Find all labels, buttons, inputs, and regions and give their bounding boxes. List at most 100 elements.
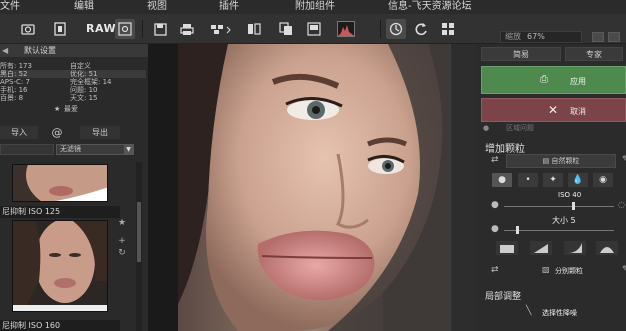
- email-button[interactable]: @: [46, 126, 68, 139]
- category-all[interactable]: 所有: 173: [0, 62, 32, 70]
- histogram-icon[interactable]: [336, 19, 356, 39]
- grain-curve-peak[interactable]: [564, 241, 586, 255]
- menu-plugins[interactable]: 插件: [219, 0, 239, 14]
- category-row[interactable]: 所有: 173 自定义: [0, 62, 146, 70]
- iso-label: ISO 40: [558, 191, 582, 199]
- scrollbar-thumb[interactable]: [137, 202, 141, 262]
- category-fullframe[interactable]: 完全框架: 14: [70, 78, 112, 86]
- selective-paint-label[interactable]: 选择性降噪: [542, 308, 577, 318]
- category-optimize[interactable]: 优化: 51: [70, 70, 98, 78]
- iso-slider-handle[interactable]: [572, 202, 575, 210]
- presets-scrollbar[interactable]: [136, 162, 142, 331]
- menu-file[interactable]: 文件: [0, 0, 20, 14]
- grain-section-title[interactable]: 增加颗粒: [485, 140, 525, 155]
- settings-icon[interactable]: [115, 19, 135, 39]
- before-after-icon[interactable]: [386, 19, 406, 39]
- category-row[interactable]: 黑白: 52 优化: 51: [0, 70, 146, 78]
- chevron-down-icon: ▼: [124, 145, 133, 154]
- category-bw[interactable]: 黑白: 52: [0, 70, 28, 78]
- print-icon[interactable]: [177, 19, 197, 39]
- presets-header-title: 默认设置: [24, 46, 56, 55]
- selective-brush-icon[interactable]: ╲: [526, 306, 531, 316]
- iso-marker-icon: ●: [491, 200, 499, 210]
- window-button-minimize[interactable]: [592, 32, 604, 42]
- grain-curve-ramp[interactable]: [530, 241, 552, 255]
- favorite-row[interactable]: ★ 最爱: [0, 105, 146, 113]
- shape-star-icon[interactable]: ✦: [543, 173, 563, 187]
- grid-icon[interactable]: [438, 19, 458, 39]
- shape-ring-icon[interactable]: ◉: [593, 173, 613, 187]
- cancel-button[interactable]: ✕ 取消: [481, 98, 626, 122]
- cancel-label: 取消: [570, 107, 586, 116]
- menu-info[interactable]: 信息-飞天资源论坛: [388, 0, 472, 14]
- star-icon: ★: [54, 105, 61, 113]
- menu-addons[interactable]: 附加组件: [295, 0, 335, 14]
- shape-circle-small-icon[interactable]: •: [518, 173, 538, 187]
- category-apsc[interactable]: APS-C: 7: [0, 78, 30, 86]
- grain-curve-flat[interactable]: [496, 241, 518, 255]
- category-custom[interactable]: 自定义: [70, 62, 91, 70]
- category-row[interactable]: 百景: 8 天文: 15: [0, 94, 146, 102]
- local-adjust-title[interactable]: 局部调整: [485, 289, 521, 302]
- brush-icon[interactable]: ✎: [622, 265, 626, 275]
- export-button[interactable]: 导出: [80, 126, 120, 139]
- iso-slider-track[interactable]: [504, 206, 614, 207]
- shape-circle-icon[interactable]: ●: [492, 173, 512, 187]
- save-icon[interactable]: [150, 19, 170, 39]
- filter-dropdown[interactable]: 无滤镜 ▼: [56, 144, 134, 155]
- grain-curve-hill[interactable]: [596, 241, 618, 255]
- partial-section-label: 区域问题: [506, 124, 534, 132]
- grain-type-dropdown[interactable]: ▤ 自然颗粒: [506, 154, 616, 168]
- adjustments-panel: 简易 专家 ⎙ 应用 ✕ 取消 ● 区域问题 增加颗粒 ⇄ ▤ 自然颗粒 ✎ ●…: [476, 44, 626, 331]
- category-row[interactable]: 手机: 16 问题: 10: [0, 86, 146, 94]
- size-label: 大小 5: [552, 216, 576, 225]
- layout-icon[interactable]: [304, 19, 324, 39]
- copy-icon[interactable]: [276, 19, 296, 39]
- shape-drop-icon[interactable]: 💧: [568, 173, 588, 187]
- category-scenery[interactable]: 百景: 8: [0, 94, 23, 102]
- size-slider-handle[interactable]: [516, 226, 519, 234]
- close-icon: ✕: [548, 103, 559, 117]
- brush-icon[interactable]: ✎: [622, 155, 626, 165]
- search-field[interactable]: [0, 144, 54, 155]
- import-button[interactable]: 导入: [0, 126, 38, 139]
- window-button-close[interactable]: [608, 32, 620, 42]
- apply-icon: ⎙: [540, 74, 548, 85]
- zoom-value: 67: [527, 32, 538, 41]
- category-phone[interactable]: 手机: 16: [0, 86, 28, 94]
- apply-button[interactable]: ⎙ 应用: [481, 66, 626, 94]
- favorite-label: 最爱: [64, 105, 78, 113]
- toolbar-separator: [142, 20, 143, 38]
- raw-button[interactable]: RAW: [86, 22, 116, 35]
- collapse-arrow-icon[interactable]: ◀: [2, 44, 8, 57]
- size-slider-track[interactable]: [504, 230, 614, 231]
- star-icon[interactable]: ★: [114, 218, 130, 228]
- filter-value: 无滤镜: [60, 145, 81, 153]
- refresh-icon[interactable]: ↻: [114, 248, 130, 258]
- zoom-field[interactable]: 缩放 67%: [500, 31, 582, 43]
- split-grain-label: 分别颗粒: [555, 267, 583, 275]
- redo-icon[interactable]: [411, 19, 431, 39]
- film-icon[interactable]: [50, 19, 70, 39]
- plus-icon[interactable]: +: [114, 236, 130, 246]
- share-icon[interactable]: [208, 19, 234, 39]
- presets-header[interactable]: ◀ 默认设置: [0, 44, 148, 57]
- tab-expert[interactable]: 专家: [565, 47, 623, 61]
- sync-icon[interactable]: ⇄: [491, 265, 499, 275]
- presets-panel: ◀ 默认设置 所有: 173 自定义 黑白: 52 优化: 51 APS-C: …: [0, 44, 148, 331]
- iso-help-icon[interactable]: ◌: [618, 200, 625, 209]
- category-row[interactable]: APS-C: 7 完全框架: 14: [0, 78, 146, 86]
- tab-basic[interactable]: 简易: [481, 47, 561, 61]
- preset-label: 尼抑制 ISO 160: [0, 320, 120, 331]
- category-problem[interactable]: 问题: 10: [70, 86, 98, 94]
- menu-edit[interactable]: 编辑: [74, 0, 94, 14]
- camera-icon[interactable]: [18, 19, 38, 39]
- apply-label: 应用: [570, 77, 586, 86]
- sync-icon[interactable]: ⇄: [491, 155, 499, 165]
- menu-view[interactable]: 视图: [147, 0, 167, 14]
- compare-icon[interactable]: [244, 19, 264, 39]
- preset-thumbnail[interactable]: [12, 220, 108, 312]
- photo-preview[interactable]: [178, 44, 450, 331]
- preset-thumbnail[interactable]: [12, 164, 108, 202]
- category-astro[interactable]: 天文: 15: [70, 94, 98, 102]
